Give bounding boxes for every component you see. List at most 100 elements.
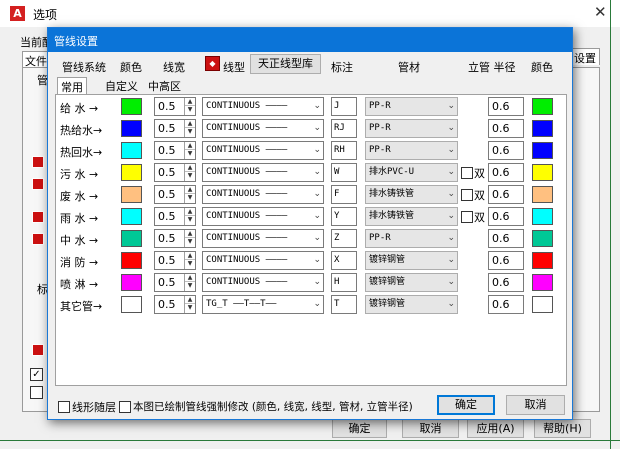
mark-input[interactable]: RH bbox=[331, 141, 357, 160]
color-swatch[interactable] bbox=[121, 274, 142, 291]
mark-input[interactable]: RJ bbox=[331, 119, 357, 138]
tab-files[interactable]: 文件 bbox=[22, 51, 50, 68]
color2-swatch[interactable] bbox=[532, 142, 553, 159]
width-spinner[interactable]: 0.5 ▲ ▼ bbox=[154, 185, 196, 204]
radius-input[interactable]: 0.6 bbox=[488, 229, 524, 248]
radius-input[interactable]: 0.6 bbox=[488, 273, 524, 292]
linetype-icon[interactable]: ◆ bbox=[205, 56, 220, 71]
linetype-dropdown[interactable]: CONTINUOUS ———— ⌄ bbox=[202, 141, 324, 160]
color-swatch[interactable] bbox=[121, 98, 142, 115]
cancel-button[interactable]: 取消 bbox=[506, 395, 565, 415]
radius-input[interactable]: 0.6 bbox=[488, 207, 524, 226]
width-spinner[interactable]: 0.5 ▲ ▼ bbox=[154, 251, 196, 270]
color2-swatch[interactable] bbox=[532, 186, 553, 203]
mark-input[interactable]: Z bbox=[331, 229, 357, 248]
mark-input[interactable]: H bbox=[331, 273, 357, 292]
force-modify-checkbox[interactable] bbox=[119, 401, 131, 413]
cancel-button[interactable]: 取消 bbox=[402, 419, 459, 438]
tangent-icon[interactable] bbox=[32, 211, 44, 223]
width-spinner[interactable]: 0.5 ▲ ▼ bbox=[154, 141, 196, 160]
radius-input[interactable]: 0.6 bbox=[488, 185, 524, 204]
width-spinner[interactable]: 0.5 ▲ ▼ bbox=[154, 97, 196, 116]
color-swatch[interactable] bbox=[121, 186, 142, 203]
linetype-dropdown[interactable]: CONTINUOUS ———— ⌄ bbox=[202, 229, 324, 248]
tangent-icon[interactable] bbox=[32, 178, 44, 190]
linetype-by-layer-checkbox[interactable] bbox=[58, 401, 70, 413]
color2-swatch[interactable] bbox=[532, 252, 553, 269]
material-dropdown[interactable]: 排水铸铁管 ⌄ bbox=[365, 207, 458, 226]
linetype-library-button[interactable]: 天正线型库 bbox=[250, 54, 321, 74]
color2-swatch[interactable] bbox=[532, 296, 553, 313]
chevron-down-icon: ⌄ bbox=[313, 211, 321, 221]
mark-input[interactable]: W bbox=[331, 163, 357, 182]
double-checkbox[interactable] bbox=[461, 211, 473, 223]
material-dropdown[interactable]: 镀锌钢管 ⌄ bbox=[365, 295, 458, 314]
width-spinner[interactable]: 0.5 ▲ ▼ bbox=[154, 229, 196, 248]
color-swatch[interactable] bbox=[121, 120, 142, 137]
color-swatch[interactable] bbox=[121, 208, 142, 225]
apply-button[interactable]: 应用(A) bbox=[467, 419, 524, 438]
help-button[interactable]: 帮助(H) bbox=[534, 419, 591, 438]
color-swatch[interactable] bbox=[121, 296, 142, 313]
linetype-dropdown[interactable]: CONTINUOUS ———— ⌄ bbox=[202, 251, 324, 270]
tab-common[interactable]: 常用 bbox=[57, 77, 87, 95]
linetype-dropdown[interactable]: CONTINUOUS ———— ⌄ bbox=[202, 97, 324, 116]
radius-input[interactable]: 0.6 bbox=[488, 119, 524, 138]
ok-button[interactable]: 确定 bbox=[437, 395, 495, 415]
tangent-icon[interactable] bbox=[32, 233, 44, 245]
material-dropdown[interactable]: PP-R ⌄ bbox=[365, 97, 458, 116]
double-checkbox[interactable] bbox=[461, 167, 473, 179]
linetype-dropdown[interactable]: CONTINUOUS ———— ⌄ bbox=[202, 207, 324, 226]
chevron-down-icon: ⌄ bbox=[313, 299, 321, 309]
linetype-dropdown[interactable]: TG_T ——T——T—— ⌄ bbox=[202, 295, 324, 314]
tab-custom[interactable]: 自定义 bbox=[102, 77, 141, 94]
width-spinner[interactable]: 0.5 ▲ ▼ bbox=[154, 119, 196, 138]
mark-input[interactable]: Y bbox=[331, 207, 357, 226]
ok-button[interactable]: 确定 bbox=[332, 419, 387, 438]
width-spinner[interactable]: 0.5 ▲ ▼ bbox=[154, 273, 196, 292]
mark-input[interactable]: J bbox=[331, 97, 357, 116]
color2-swatch[interactable] bbox=[532, 230, 553, 247]
linetype-dropdown[interactable]: CONTINUOUS ———— ⌄ bbox=[202, 185, 324, 204]
mark-input[interactable]: X bbox=[331, 251, 357, 270]
checkbox[interactable]: ✓ bbox=[30, 368, 43, 381]
mark-input[interactable]: F bbox=[331, 185, 357, 204]
color2-swatch[interactable] bbox=[532, 98, 553, 115]
close-icon[interactable]: ✕ bbox=[594, 3, 607, 21]
radius-input[interactable]: 0.6 bbox=[488, 163, 524, 182]
tab-settings[interactable]: 设置 bbox=[570, 48, 600, 65]
radius-input[interactable]: 0.6 bbox=[488, 97, 524, 116]
tangent-icon[interactable] bbox=[32, 156, 44, 168]
width-spinner[interactable]: 0.5 ▲ ▼ bbox=[154, 207, 196, 226]
color2-swatch[interactable] bbox=[532, 164, 553, 181]
radius-input[interactable]: 0.6 bbox=[488, 251, 524, 270]
color2-swatch[interactable] bbox=[532, 120, 553, 137]
material-dropdown[interactable]: PP-R ⌄ bbox=[365, 229, 458, 248]
material-dropdown[interactable]: 镀锌钢管 ⌄ bbox=[365, 251, 458, 270]
material-dropdown[interactable]: 排水铸铁管 ⌄ bbox=[365, 185, 458, 204]
linetype-dropdown[interactable]: CONTINUOUS ———— ⌄ bbox=[202, 273, 324, 292]
width-spinner[interactable]: 0.5 ▲ ▼ bbox=[154, 163, 196, 182]
color2-swatch[interactable] bbox=[532, 274, 553, 291]
material-dropdown[interactable]: PP-R ⌄ bbox=[365, 119, 458, 138]
tab-mid-high[interactable]: 中高区 bbox=[145, 77, 184, 94]
radius-input[interactable]: 0.6 bbox=[488, 295, 524, 314]
chevron-down-icon: ⌄ bbox=[313, 255, 321, 265]
color-swatch[interactable] bbox=[121, 230, 142, 247]
color-swatch[interactable] bbox=[121, 252, 142, 269]
tangent-icon[interactable] bbox=[32, 344, 44, 356]
checkbox[interactable] bbox=[30, 386, 43, 399]
material-dropdown[interactable]: 镀锌钢管 ⌄ bbox=[365, 273, 458, 292]
linetype-by-layer-label: 线形随层 bbox=[72, 401, 116, 414]
mark-input[interactable]: T bbox=[331, 295, 357, 314]
double-checkbox[interactable] bbox=[461, 189, 473, 201]
color2-swatch[interactable] bbox=[532, 208, 553, 225]
material-dropdown[interactable]: PP-R ⌄ bbox=[365, 141, 458, 160]
material-dropdown[interactable]: 排水PVC-U ⌄ bbox=[365, 163, 458, 182]
color-swatch[interactable] bbox=[121, 164, 142, 181]
linetype-dropdown[interactable]: CONTINUOUS ———— ⌄ bbox=[202, 119, 324, 138]
width-spinner[interactable]: 0.5 ▲ ▼ bbox=[154, 295, 196, 314]
color-swatch[interactable] bbox=[121, 142, 142, 159]
linetype-dropdown[interactable]: CONTINUOUS ———— ⌄ bbox=[202, 163, 324, 182]
radius-input[interactable]: 0.6 bbox=[488, 141, 524, 160]
